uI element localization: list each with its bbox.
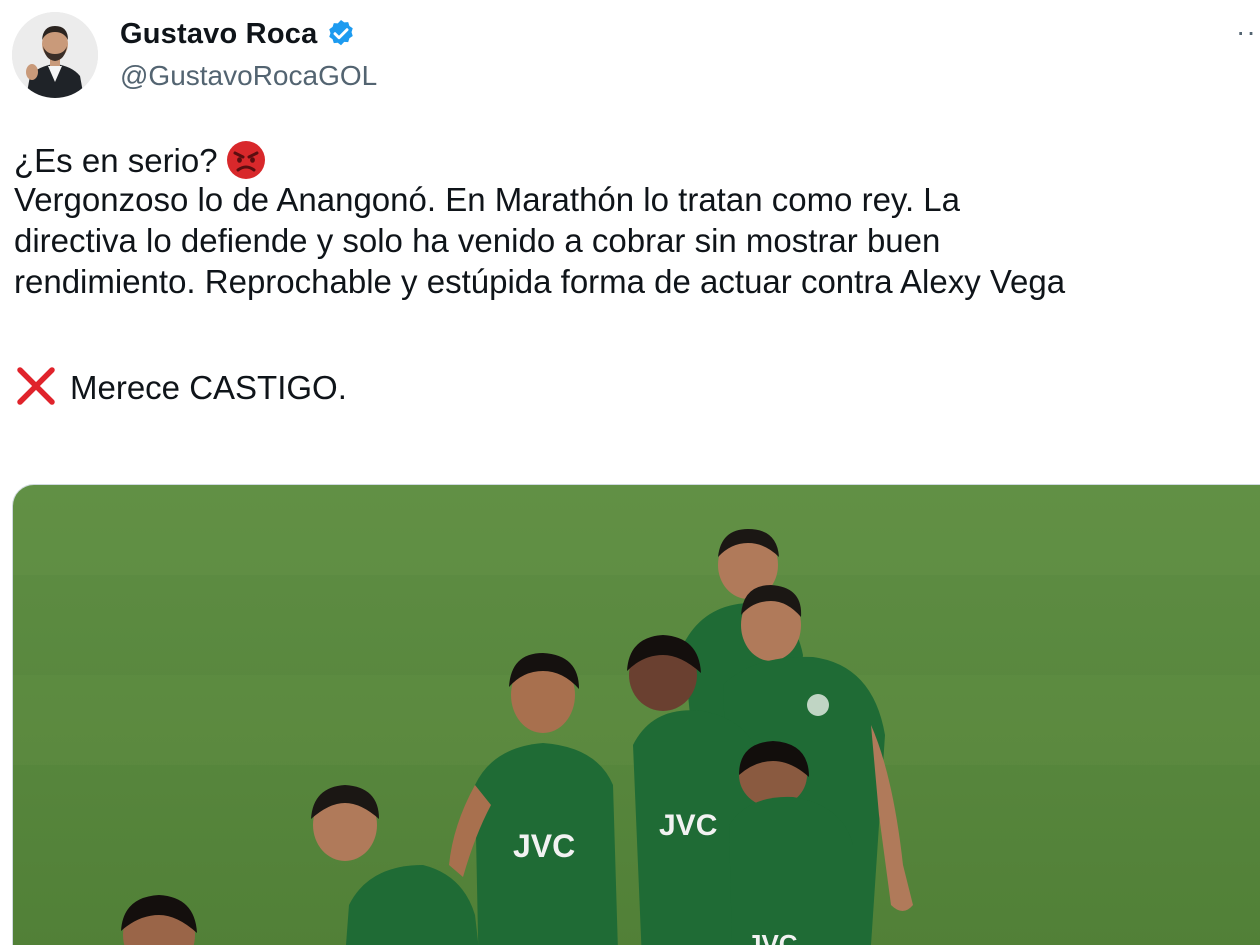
tweet-line-5-text: Merece CASTIGO. xyxy=(70,369,347,406)
jersey-sponsor-text: JVC xyxy=(513,828,575,864)
tweet-media-photo[interactable]: JVC JVC JVC xyxy=(12,484,1260,945)
tweet-text: ¿Es en serio? Vergonzoso lo de Anangonó.… xyxy=(14,138,1260,408)
cross-mark-icon xyxy=(14,364,58,408)
verified-badge-icon xyxy=(325,18,357,50)
avatar[interactable] xyxy=(12,12,98,98)
tweet-card: Gustavo Roca @GustavoRocaGOL ·· ¿Es en s… xyxy=(0,0,1260,945)
more-options-icon[interactable]: ·· xyxy=(1236,18,1260,46)
author-handle[interactable]: @GustavoRocaGOL xyxy=(120,60,377,92)
author-display-name[interactable]: Gustavo Roca xyxy=(120,18,317,51)
tweet-line-5: Merece CASTIGO. xyxy=(14,364,1260,408)
author-name-row: Gustavo Roca xyxy=(120,14,357,54)
jersey-sponsor-text: JVC xyxy=(659,809,717,842)
tweet-line-1: ¿Es en serio? xyxy=(14,138,1260,179)
jersey-sponsor-text: JVC xyxy=(747,929,798,945)
tweet-line-1-text: ¿Es en serio? xyxy=(14,142,218,179)
tweet-line-4: rendimiento. Reprochable y estúpida form… xyxy=(14,263,1066,300)
tweet-line-3: directiva lo defiende y solo ha venido a… xyxy=(14,222,941,259)
tweet-line-2: Vergonzoso lo de Anangonó. En Marathón l… xyxy=(14,181,961,218)
angry-face-icon xyxy=(224,138,268,182)
